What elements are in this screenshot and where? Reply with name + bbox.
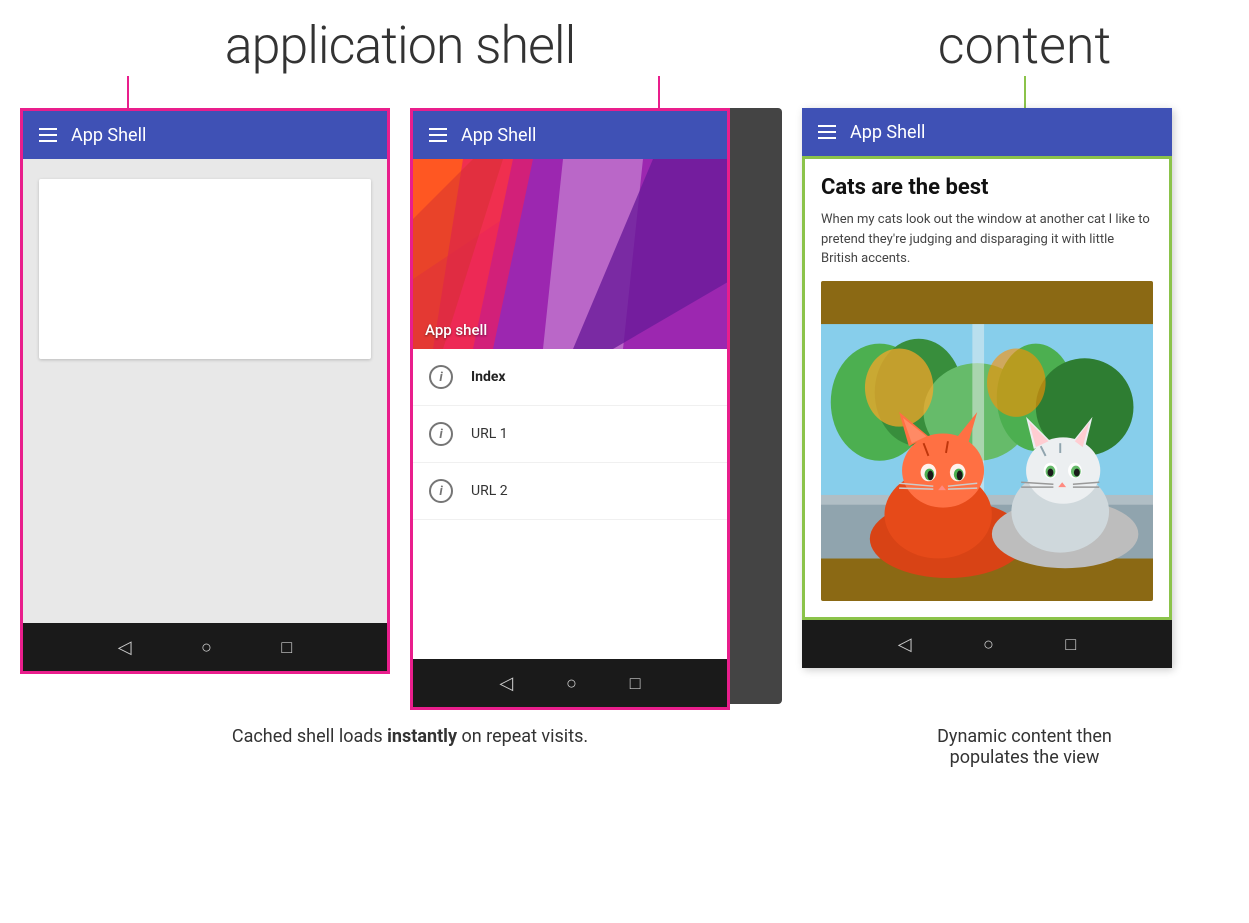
drawer-item-url1[interactable]: i URL 1 bbox=[413, 406, 727, 463]
phone3-navbar: ◁ ○ □ bbox=[802, 620, 1172, 668]
content-title-top: content bbox=[938, 15, 1112, 76]
drawer-item-index[interactable]: i Index bbox=[413, 349, 727, 406]
content-heading: Cats are the best bbox=[821, 175, 1153, 200]
right-connector-line bbox=[1024, 76, 1026, 108]
caption-bold: instantly bbox=[387, 726, 457, 747]
left-caption: Cached shell loads instantly on repeat v… bbox=[30, 726, 790, 768]
left-connector-line-1 bbox=[127, 76, 129, 108]
back-icon-3: ◁ bbox=[898, 634, 912, 655]
phone2-dark-strip bbox=[727, 108, 782, 704]
drawer-item-url1-label: URL 1 bbox=[471, 426, 508, 442]
info-icon-url1: i bbox=[429, 422, 453, 446]
phone3-appbar: App Shell bbox=[802, 108, 1172, 156]
phone1-title: App Shell bbox=[71, 125, 146, 146]
phone2-navbar: ◁ ○ □ bbox=[413, 659, 727, 707]
drawer-label: App shell bbox=[425, 321, 487, 339]
left-connector-line-2 bbox=[658, 76, 660, 108]
cat-image bbox=[821, 281, 1153, 602]
hamburger-icon-2 bbox=[429, 128, 447, 142]
home-icon: ○ bbox=[201, 637, 212, 658]
content-body: When my cats look out the window at anot… bbox=[821, 210, 1153, 269]
phone2-frame: App Shell bbox=[410, 108, 730, 710]
phone1-navbar: ◁ ○ □ bbox=[23, 623, 387, 671]
home-icon-3: ○ bbox=[983, 634, 994, 655]
drawer-item-index-label: Index bbox=[471, 369, 506, 385]
phone1-frame: App Shell ◁ ○ □ bbox=[20, 108, 390, 674]
phone2-title: App Shell bbox=[461, 125, 536, 146]
cat-scene-svg bbox=[821, 281, 1153, 602]
hamburger-icon bbox=[39, 128, 57, 142]
drawer-header: App shell bbox=[413, 159, 727, 349]
phone3-frame: App Shell Cats are the best When my cats… bbox=[802, 108, 1172, 668]
content-placeholder bbox=[39, 179, 371, 359]
content-area: Cats are the best When my cats look out … bbox=[802, 156, 1172, 620]
drawer-item-url2-label: URL 2 bbox=[471, 483, 508, 499]
home-icon-2: ○ bbox=[566, 673, 577, 694]
back-icon: ◁ bbox=[118, 637, 132, 658]
info-icon-index: i bbox=[429, 365, 453, 389]
content-card: Cats are the best When my cats look out … bbox=[802, 156, 1172, 620]
phone1-appbar: App Shell bbox=[23, 111, 387, 159]
phone3-title: App Shell bbox=[850, 122, 925, 143]
recent-icon: □ bbox=[281, 637, 292, 658]
hamburger-icon-3 bbox=[818, 125, 836, 139]
drawer-menu: i Index i URL 1 i URL 2 bbox=[413, 349, 727, 659]
phone2-appbar: App Shell bbox=[413, 111, 727, 159]
info-icon-url2: i bbox=[429, 479, 453, 503]
right-caption: Dynamic content then populates the view bbox=[830, 726, 1219, 768]
drawer-item-url2[interactable]: i URL 2 bbox=[413, 463, 727, 520]
back-icon-2: ◁ bbox=[499, 673, 513, 694]
recent-icon-3: □ bbox=[1065, 634, 1076, 655]
application-shell-title: application shell bbox=[225, 15, 576, 76]
recent-icon-2: □ bbox=[630, 673, 641, 694]
